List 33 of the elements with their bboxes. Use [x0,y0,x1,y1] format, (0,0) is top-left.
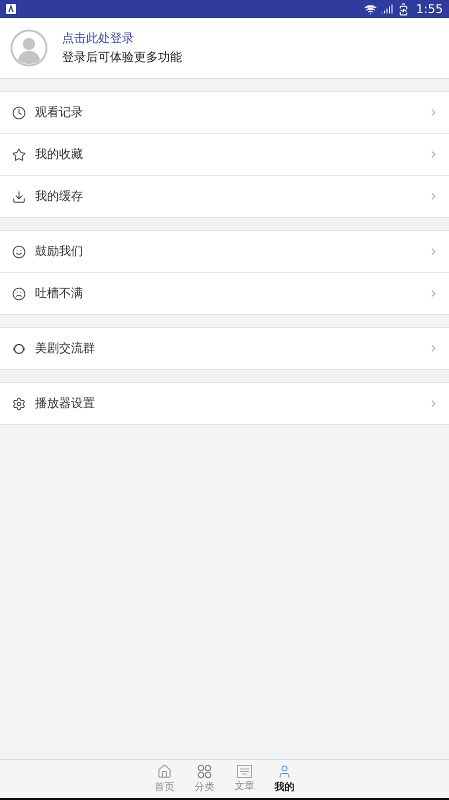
menu-label: 鼓励我们 [35,243,84,260]
menu-label: 美剧交流群 [35,340,96,357]
signal-icon [381,3,394,15]
user-icon [277,764,292,779]
status-time: 1:55 [416,2,443,16]
avatar-icon[interactable] [10,29,48,67]
download-icon [12,190,26,204]
menu-row[interactable]: 鼓励我们 [0,231,449,272]
frown-icon [12,286,26,300]
menu-label: 我的收藏 [35,146,84,163]
menu-row[interactable]: 播放器设置 [0,383,449,424]
nav-tab[interactable]: 我的 [272,760,298,798]
ring-icon [12,342,26,356]
settings-icon [12,396,26,410]
clock-icon [12,106,26,120]
menu-label: 播放器设置 [35,395,96,412]
wifi-icon [364,2,378,16]
grid-icon [197,764,212,779]
menu-label: 我的缓存 [35,188,84,205]
menu-row[interactable]: 我的收藏 [0,133,449,175]
battery-icon [397,2,410,16]
menu-label: 观看记录 [35,104,84,121]
home-icon [157,764,172,779]
menu-row[interactable]: 美剧交流群 [0,328,449,369]
star-icon [12,148,26,162]
menu-row[interactable]: 观看记录 [0,92,449,133]
login-hint: 登录后可体验更多功能 [62,49,182,66]
smile-icon [12,244,26,258]
menu-row[interactable]: 我的缓存 [0,175,449,217]
app-notification-icon [6,4,16,14]
menu-row[interactable]: 吐槽不满 [0,272,449,314]
login-link[interactable]: 点击此处登录 [62,30,182,47]
menu-label: 吐槽不满 [35,285,84,302]
